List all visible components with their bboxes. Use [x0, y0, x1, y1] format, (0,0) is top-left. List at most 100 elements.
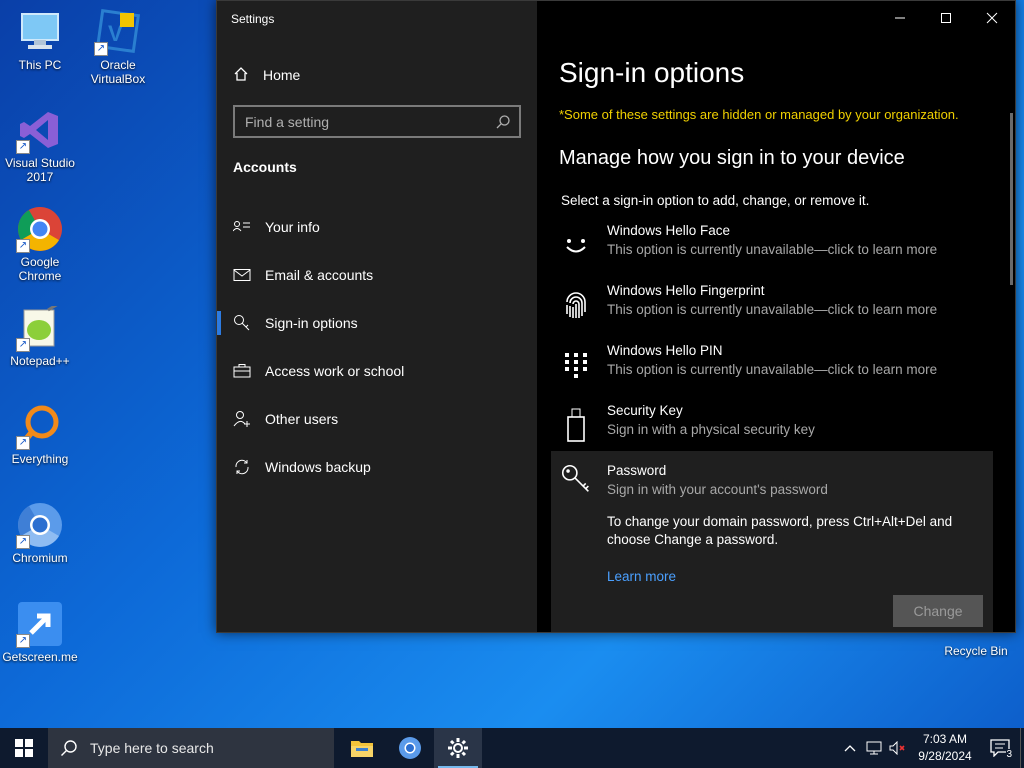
sidebar-item-label: Email & accounts — [265, 267, 374, 283]
smiley-face-icon — [561, 229, 591, 261]
sidebar-item-your-info[interactable]: Your info — [217, 203, 537, 251]
signin-option-hello-fingerprint[interactable]: Windows Hello Fingerprint This option is… — [551, 283, 993, 339]
managed-notice: *Some of these settings are hidden or ma… — [559, 107, 959, 122]
option-title: Password — [607, 463, 667, 478]
desktop-icon-label: Getscreen.me — [2, 650, 78, 664]
mail-icon — [233, 266, 251, 284]
system-tray: 7:03 AM 9/28/2024 3 — [838, 728, 1024, 768]
section-subheading: Manage how you sign in to your device — [559, 147, 905, 169]
sidebar-item-access-work-school[interactable]: Access work or school — [217, 347, 537, 395]
settings-window: Settings Home Find a setting Accounts Yo… — [216, 0, 1016, 633]
desktop-icon-everything[interactable]: ↗ Everything — [0, 402, 80, 466]
desktop-icon-label: Recycle Bin — [944, 644, 1008, 658]
everything-search-icon: ↗ — [16, 402, 64, 450]
taskbar-search-box[interactable]: Type here to search — [48, 728, 334, 768]
option-description: This option is currently unavailable—cli… — [607, 242, 938, 257]
chromium-icon — [399, 737, 421, 759]
option-description: Sign in with your account's password — [607, 482, 828, 497]
key-icon — [561, 463, 591, 495]
instruction-text: Select a sign-in option to add, change, … — [561, 193, 870, 208]
show-hidden-icons-button[interactable] — [838, 728, 862, 768]
sidebar-item-label: Windows backup — [265, 459, 371, 475]
desktop-icon-label: This PC — [18, 58, 62, 72]
change-password-button[interactable]: Change — [893, 595, 983, 627]
sidebar-item-sign-in-options[interactable]: Sign-in options — [217, 299, 537, 347]
signin-option-password[interactable]: Password Sign in with your account's pas… — [551, 451, 993, 632]
option-description: This option is currently unavailable—cli… — [607, 302, 938, 317]
sidebar-item-label: Access work or school — [265, 363, 405, 379]
clock-time: 7:03 AM — [922, 732, 968, 746]
chrome-icon: ↗ — [16, 205, 64, 253]
network-icon — [866, 741, 882, 755]
start-button[interactable] — [0, 728, 48, 768]
learn-more-link[interactable]: Learn more — [607, 569, 676, 584]
minimize-button[interactable] — [877, 1, 923, 35]
show-desktop-button[interactable] — [1020, 728, 1024, 768]
key-icon — [233, 314, 251, 332]
taskbar-chromium[interactable] — [386, 728, 434, 768]
desktop-icon-google-chrome[interactable]: ↗ Google Chrome — [0, 205, 80, 283]
desktop-icon-notepad-plus-plus[interactable]: ↗ Notepad++ — [0, 304, 80, 368]
option-description: Sign in with a physical security key — [607, 422, 815, 437]
notification-count-badge: 3 — [1006, 749, 1012, 760]
folder-icon — [351, 741, 373, 757]
desktop-icon-label: Notepad++ — [10, 354, 70, 368]
password-change-info: To change your domain password, press Ct… — [607, 514, 953, 547]
getscreen-icon: ↗ — [16, 600, 64, 648]
visual-studio-icon: ↗ — [16, 106, 64, 154]
sidebar-item-label: Your info — [265, 219, 320, 235]
maximize-button[interactable] — [923, 1, 969, 35]
desktop-icon-this-pc[interactable]: This PC — [0, 8, 80, 72]
signin-option-hello-pin[interactable]: Windows Hello PIN This option is current… — [551, 343, 993, 399]
fingerprint-icon — [561, 289, 591, 321]
computer-icon — [16, 8, 64, 56]
home-nav-item[interactable]: Home — [233, 63, 300, 87]
person-card-icon — [233, 218, 251, 236]
scrollbar[interactable] — [1010, 113, 1013, 285]
usb-key-icon — [561, 408, 591, 442]
page-title: Sign-in options — [559, 57, 745, 88]
section-title: Accounts — [233, 159, 297, 175]
desktop-icon-virtualbox[interactable]: V ↗ Oracle VirtualBox — [78, 8, 158, 86]
signin-option-hello-face[interactable]: Windows Hello Face This option is curren… — [551, 223, 993, 279]
shortcut-arrow-icon: ↗ — [94, 42, 108, 56]
search-placeholder: Find a setting — [245, 113, 330, 130]
search-icon — [61, 740, 77, 756]
home-icon — [233, 66, 249, 85]
gear-icon — [448, 738, 468, 758]
desktop-icon-chromium[interactable]: ↗ Chromium — [0, 501, 80, 565]
sidebar-item-email-accounts[interactable]: Email & accounts — [217, 251, 537, 299]
close-icon — [986, 12, 998, 24]
volume-button[interactable] — [886, 728, 910, 768]
desktop-icon-visual-studio[interactable]: ↗ Visual Studio 2017 — [0, 106, 80, 184]
home-label: Home — [263, 67, 301, 83]
option-title: Security Key — [607, 403, 683, 418]
main-pane: Sign-in options *Some of these settings … — [537, 1, 1015, 632]
shortcut-arrow-icon: ↗ — [16, 338, 30, 352]
taskbar-settings[interactable] — [434, 728, 482, 768]
virtualbox-icon: V ↗ — [94, 8, 142, 56]
chromium-icon: ↗ — [16, 501, 64, 549]
sidebar-item-windows-backup[interactable]: Windows backup — [217, 443, 537, 491]
maximize-icon — [941, 13, 951, 23]
close-button[interactable] — [969, 1, 1015, 35]
network-status-button[interactable] — [862, 728, 886, 768]
window-title: Settings — [231, 12, 275, 26]
taskbar-search-placeholder: Type here to search — [90, 740, 214, 756]
taskbar-file-explorer[interactable] — [338, 728, 386, 768]
desktop-icon-getscreen[interactable]: ↗ Getscreen.me — [0, 600, 80, 664]
sidebar-item-label: Other users — [265, 411, 339, 427]
minimize-icon — [895, 17, 905, 19]
desktop-icon-label: Visual Studio 2017 — [5, 156, 75, 184]
caption-buttons — [877, 1, 1015, 35]
windows-logo-icon — [15, 739, 33, 757]
action-center-button[interactable]: 3 — [980, 728, 1020, 768]
add-person-icon — [233, 410, 251, 428]
find-setting-input[interactable]: Find a setting — [233, 105, 521, 138]
sync-icon — [233, 458, 251, 476]
clock-date: 9/28/2024 — [918, 749, 972, 763]
taskbar-clock[interactable]: 7:03 AM 9/28/2024 — [910, 731, 980, 765]
search-icon[interactable] — [495, 114, 511, 133]
option-description: This option is currently unavailable—cli… — [607, 362, 938, 377]
sidebar-item-other-users[interactable]: Other users — [217, 395, 537, 443]
